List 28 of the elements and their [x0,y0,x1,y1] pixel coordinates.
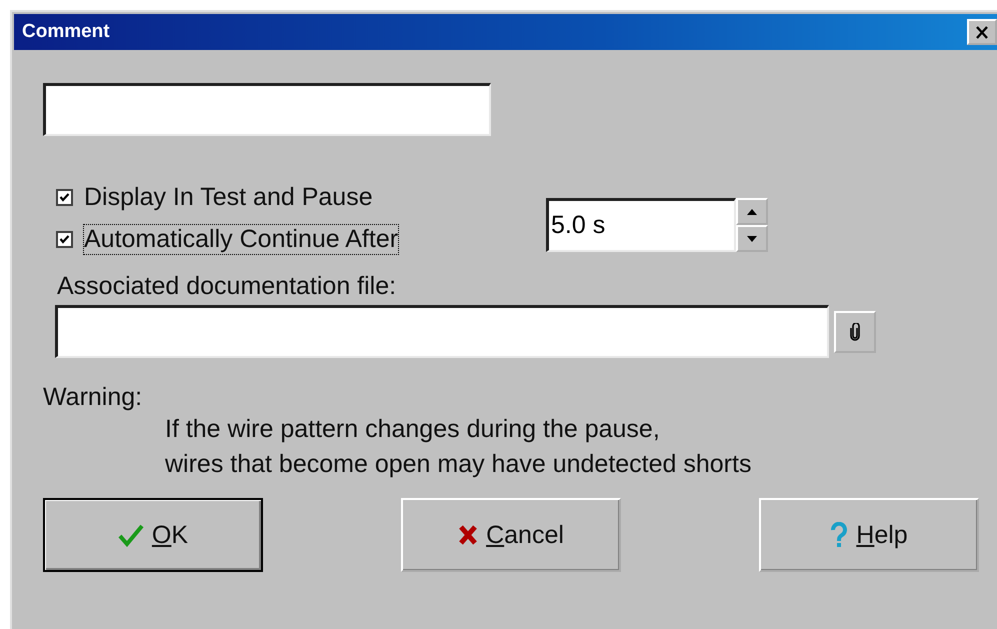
checkbox[interactable] [56,230,73,248]
checkbox-label[interactable]: Display In Test and Pause [83,182,374,212]
comment-field[interactable] [43,83,491,136]
documentation-file-field[interactable] [55,305,829,358]
ok-button[interactable]: OK [43,498,263,572]
spin-down-button[interactable] [736,225,768,252]
spin-up-button[interactable] [736,198,768,225]
delay-field[interactable]: 5.0 s [546,198,736,252]
close-icon [975,26,989,38]
close-button[interactable] [967,19,997,45]
warning-title: Warning: [43,383,144,412]
checkmark-icon [59,234,70,244]
checkbox[interactable] [56,188,73,206]
attach-button[interactable] [834,310,876,352]
checkbox-label[interactable]: Automatically Continue After [83,224,400,254]
window-title: Comment [22,21,110,43]
warning-text: If the wire pattern changes during the pause, [165,414,661,445]
help-button[interactable]: Help [759,498,979,572]
field-label: Associated documentation file: [57,272,398,301]
question-mark-icon [830,522,848,548]
cross-icon [458,524,478,546]
warning-text: wires that become open may have undetected shorts [165,449,752,480]
cancel-button[interactable]: Cancel [401,498,621,572]
up-arrow-icon [747,208,757,214]
paperclip-icon [849,322,861,340]
checkmark-icon [59,192,70,202]
down-arrow-icon [747,236,757,242]
checkmark-icon [118,523,144,547]
